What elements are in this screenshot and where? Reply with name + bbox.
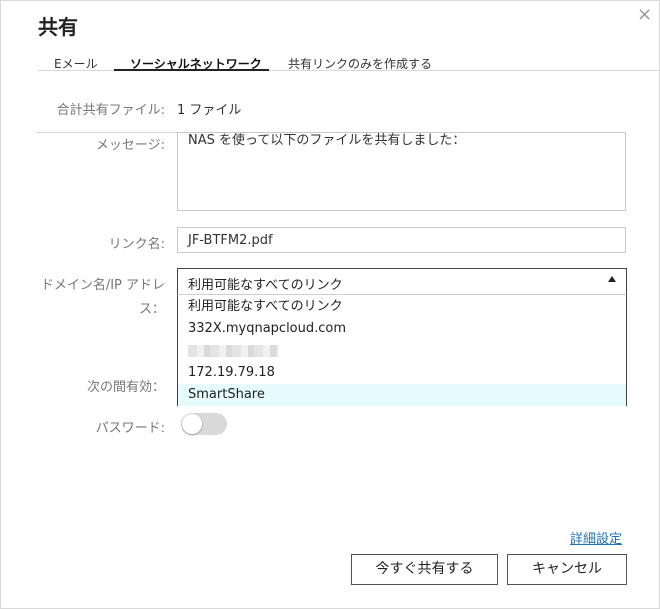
link-name-label: リンク名: [108, 237, 165, 252]
toggle-knob [182, 414, 202, 434]
message-textarea[interactable]: NAS を使って以下のファイルを共有しました： [177, 132, 626, 211]
link-name-input[interactable]: JF-BTFM2.pdf [177, 227, 626, 253]
domain-select[interactable]: 利用可能なすべてのリンク [177, 268, 627, 295]
caret-up-icon [608, 276, 616, 282]
total-files-label: 合計共有ファイル: [56, 103, 165, 118]
active-tab-indicator [114, 69, 269, 71]
domain-select-value: 利用可能なすべてのリンク [188, 278, 343, 293]
valid-until-label: 次の間有効： [86, 380, 165, 395]
domain-label-line2: ス： [138, 302, 165, 317]
domain-option[interactable]: 利用可能なすべてのリンク [178, 296, 626, 318]
domain-dropdown-list: 利用可能なすべてのリンク 332X.myqnapcloud.com 172.19… [177, 294, 627, 406]
message-label: メッセージ: [95, 138, 165, 153]
domain-option[interactable]: 332X.myqnapcloud.com [178, 318, 626, 340]
advanced-settings-link[interactable]: 詳細設定 [570, 528, 622, 547]
domain-option-redacted[interactable] [178, 340, 626, 362]
password-label: パスワード: [95, 421, 165, 436]
share-dialog: 共有 × Eメール ソーシャルネットワーク 共有リンクのみを作成する 合計共有フ… [0, 0, 660, 609]
total-files-value: 1 ファイル [177, 103, 242, 118]
domain-label-line1: ドメイン名/IP アドレ [40, 278, 165, 293]
domain-option-highlighted[interactable]: SmartShare [178, 384, 626, 406]
share-now-button[interactable]: 今すぐ共有する [351, 554, 498, 585]
redacted-text [188, 345, 278, 357]
domain-option[interactable]: 172.19.79.18 [178, 362, 626, 384]
password-toggle[interactable] [181, 413, 227, 435]
close-icon[interactable]: × [637, 5, 652, 25]
cancel-button[interactable]: キャンセル [507, 554, 627, 585]
dialog-title: 共有 [38, 15, 78, 39]
